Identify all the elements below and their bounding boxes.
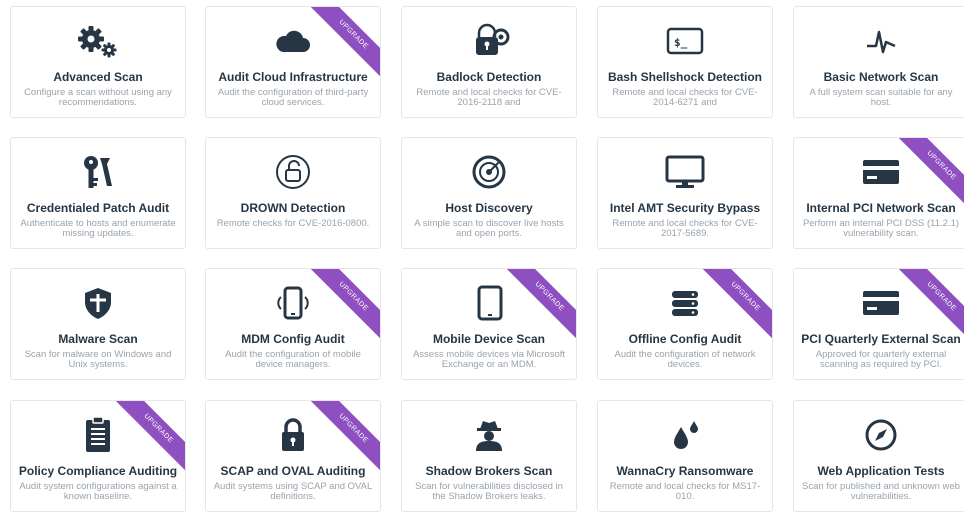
- template-title: Host Discovery: [445, 201, 533, 215]
- template-card-intel-amt-security-bypass[interactable]: Intel AMT Security Bypass Remote and loc…: [597, 137, 773, 249]
- template-card-basic-network-scan[interactable]: Basic Network Scan A full system scan su…: [793, 6, 964, 118]
- template-title: Audit Cloud Infrastructure: [218, 70, 368, 84]
- template-card-policy-compliance-auditing[interactable]: Policy Compliance Auditing Audit system …: [10, 400, 186, 512]
- template-card-pci-quarterly-external-scan[interactable]: PCI Quarterly External Scan Approved for…: [793, 268, 964, 380]
- template-title: Web Application Tests: [817, 464, 945, 478]
- template-title: Offline Config Audit: [628, 332, 742, 346]
- template-title: Basic Network Scan: [823, 70, 939, 84]
- svg-text:$_: $_: [674, 36, 688, 49]
- monitor-icon: [598, 154, 772, 190]
- template-title: Advanced Scan: [53, 70, 143, 84]
- template-title: Bash Shellshock Detection: [607, 70, 763, 84]
- scan-templates-grid: Advanced Scan Configure a scan without u…: [0, 0, 964, 513]
- template-description: Remote checks for CVE-2016-0800.: [216, 218, 370, 229]
- template-title: DROWN Detection: [240, 201, 346, 215]
- template-card-shadow-brokers-scan[interactable]: Shadow Brokers Scan Scan for vulnerabili…: [401, 400, 577, 512]
- template-card-malware-scan[interactable]: Malware Scan Scan for malware on Windows…: [10, 268, 186, 380]
- template-card-drown-detection[interactable]: DROWN Detection Remote checks for CVE-20…: [205, 137, 381, 249]
- template-description: Configure a scan without using any recom…: [24, 87, 172, 108]
- template-card-internal-pci-network-scan[interactable]: Internal PCI Network Scan Perform an int…: [793, 137, 964, 249]
- template-title: WannaCry Ransomware: [616, 464, 754, 478]
- template-title: Intel AMT Security Bypass: [609, 201, 761, 215]
- template-description: Audit the configuration of third-party c…: [217, 87, 369, 108]
- terminal-icon: $_: [598, 23, 772, 59]
- keys-icon: [11, 154, 185, 190]
- template-description: Remote and local checks for CVE-2016-211…: [416, 87, 562, 108]
- template-description: Scan for published and unknown web vulne…: [802, 481, 960, 502]
- template-description: A simple scan to discover live hosts and…: [414, 218, 564, 239]
- template-title: PCI Quarterly External Scan: [801, 332, 961, 346]
- template-title: Shadow Brokers Scan: [425, 464, 553, 478]
- template-card-mobile-device-scan[interactable]: Mobile Device Scan Assess mobile devices…: [401, 268, 577, 380]
- template-card-badlock-detection[interactable]: Badlock Detection Remote and local check…: [401, 6, 577, 118]
- template-description: Perform an internal PCI DSS (11.2.1) vul…: [802, 218, 960, 239]
- spy-icon: [402, 417, 576, 453]
- compass-icon: [794, 417, 964, 453]
- template-description: Audit the configuration of network devic…: [614, 349, 756, 370]
- template-card-mdm-config-audit[interactable]: MDM Config Audit Audit the configuration…: [205, 268, 381, 380]
- template-description: Scan for vulnerabilities disclosed in th…: [415, 481, 563, 502]
- template-description: Remote and local checks for CVE-2017-568…: [612, 218, 758, 239]
- template-title: Policy Compliance Auditing: [18, 464, 178, 478]
- template-description: Assess mobile devices via Microsoft Exch…: [412, 349, 566, 370]
- template-card-audit-cloud-infrastructure[interactable]: Audit Cloud Infrastructure Audit the con…: [205, 6, 381, 118]
- gears-icon: [11, 23, 185, 59]
- template-description: Scan for malware on Windows and Unix sys…: [24, 349, 172, 370]
- template-card-host-discovery[interactable]: Host Discovery A simple scan to discover…: [401, 137, 577, 249]
- template-title: SCAP and OVAL Auditing: [220, 464, 366, 478]
- template-card-bash-shellshock-detection[interactable]: $_ Bash Shellshock Detection Remote and …: [597, 6, 773, 118]
- radar-icon: [402, 154, 576, 190]
- template-card-web-application-tests[interactable]: Web Application Tests Scan for published…: [793, 400, 964, 512]
- template-description: Remote and local checks for MS17-010.: [609, 481, 761, 502]
- template-card-scap-and-oval-auditing[interactable]: SCAP and OVAL Auditing Audit systems usi…: [205, 400, 381, 512]
- badlock-icon: [402, 23, 576, 59]
- template-title: Malware Scan: [58, 332, 138, 346]
- template-description: Authenticate to hosts and enumerate miss…: [20, 218, 176, 239]
- template-card-advanced-scan[interactable]: Advanced Scan Configure a scan without u…: [10, 6, 186, 118]
- template-description: Approved for quarterly external scanning…: [815, 349, 947, 370]
- template-card-wannacry-ransomware[interactable]: WannaCry Ransomware Remote and local che…: [597, 400, 773, 512]
- template-title: MDM Config Audit: [241, 332, 345, 346]
- pulse-icon: [794, 23, 964, 59]
- template-title: Internal PCI Network Scan: [806, 201, 956, 215]
- drops-icon: [598, 417, 772, 453]
- template-description: Audit the configuration of mobile device…: [225, 349, 361, 370]
- template-card-credentialed-patch-audit[interactable]: Credentialed Patch Audit Authenticate to…: [10, 137, 186, 249]
- shield-icon: [11, 285, 185, 321]
- template-card-offline-config-audit[interactable]: Offline Config Audit Audit the configura…: [597, 268, 773, 380]
- template-title: Mobile Device Scan: [432, 332, 546, 346]
- template-description: Audit system configurations against a kn…: [19, 481, 177, 502]
- template-description: Remote and local checks for CVE-2014-627…: [612, 87, 758, 108]
- template-description: Audit systems using SCAP and OVAL defini…: [213, 481, 373, 502]
- template-title: Credentialed Patch Audit: [26, 201, 170, 215]
- unlock-icon: [206, 154, 380, 190]
- template-title: Badlock Detection: [436, 70, 542, 84]
- template-description: A full system scan suitable for any host…: [809, 87, 953, 108]
